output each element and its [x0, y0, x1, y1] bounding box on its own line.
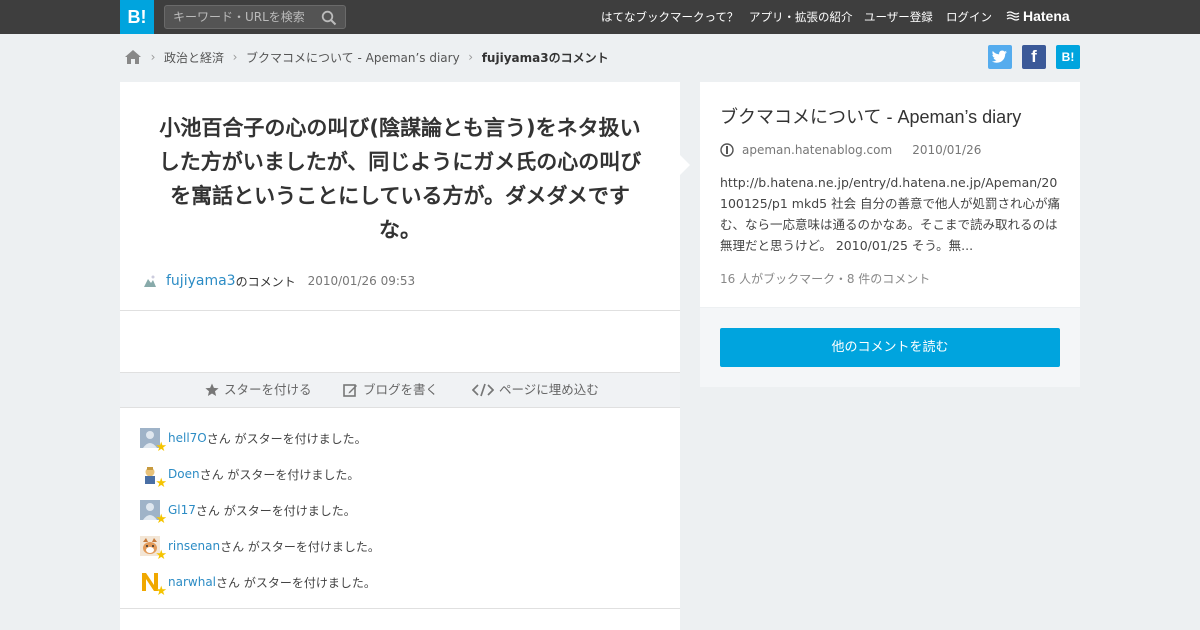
- facebook-share-button[interactable]: f: [1022, 45, 1046, 69]
- chevron-right-icon: ›: [150, 50, 156, 64]
- breadcrumb-entry[interactable]: ブクマコメについて - Apeman’s diary: [246, 49, 460, 66]
- entry-summary: http://b.hatena.ne.jp/entry/d.hatena.ne.…: [720, 175, 1061, 253]
- hatena-mark-icon: [1006, 11, 1020, 21]
- action-bar: スターを付ける ブログを書く ページに埋め込む: [120, 372, 680, 408]
- star-list-item: ★ rinsenan さん がスターを付けました。: [140, 534, 380, 562]
- star-user-link[interactable]: Gl17: [168, 503, 196, 517]
- hatena-bookmark-logo[interactable]: B!: [120, 0, 154, 34]
- nav-apps[interactable]: アプリ・拡張の紹介: [749, 0, 853, 34]
- chevron-right-icon: ›: [468, 50, 474, 64]
- edit-icon: [343, 383, 357, 397]
- top-bar: B! はてなブックマークって？ アプリ・拡張の紹介 ユーザー登録 ログイン Ha…: [0, 0, 1200, 34]
- star-message: さん がスターを付けました。: [206, 431, 367, 446]
- hatena-logo[interactable]: Hatena: [1006, 0, 1070, 34]
- comment-user-suffix: のコメント: [235, 274, 296, 289]
- star-icon: [205, 383, 219, 396]
- chevron-right-icon: ›: [232, 50, 238, 64]
- entry-meta: apeman.hatenablog.com 2010/01/26: [720, 141, 981, 159]
- comment-card: 小池百合子の心の叫び(陰謀論とも言う)をネタ扱いした方がいましたが、同じようにガ…: [120, 82, 680, 630]
- star-message: さん がスターを付けました。: [195, 503, 356, 518]
- comment-date[interactable]: 2010/01/26 09:53: [308, 274, 416, 288]
- read-other-comments-button[interactable]: 他のコメントを読む: [720, 328, 1060, 367]
- add-star-label: スターを付ける: [224, 382, 312, 397]
- entry-title-link[interactable]: ブクマコメについて - Apeman’s diary: [720, 103, 1021, 129]
- nav-login[interactable]: ログイン: [946, 0, 992, 34]
- avatar[interactable]: ★: [140, 464, 167, 490]
- avatar[interactable]: ★: [140, 500, 167, 526]
- star-user-link[interactable]: hell7O: [168, 431, 207, 445]
- star-icon: ★: [155, 548, 167, 563]
- facebook-icon: f: [1031, 47, 1037, 66]
- code-icon: [472, 383, 494, 397]
- search-input[interactable]: [165, 6, 315, 28]
- twitter-icon: [992, 50, 1007, 63]
- breadcrumb-current: fujiyama3のコメント: [481, 50, 609, 65]
- avatar[interactable]: ★: [140, 428, 167, 454]
- divider: [120, 608, 680, 609]
- card-pointer: [680, 155, 690, 175]
- user-avatar-icon[interactable]: [142, 273, 158, 289]
- search-icon[interactable]: [321, 10, 337, 26]
- hatena-brand-text: Hatena: [1023, 8, 1070, 24]
- avatar[interactable]: ★: [140, 572, 167, 598]
- entry-card: ブクマコメについて - Apeman’s diary apeman.hatena…: [700, 82, 1080, 307]
- star-user-link[interactable]: narwhal: [168, 575, 216, 589]
- hatena-share-button[interactable]: B!: [1056, 45, 1080, 69]
- embed-label: ページに埋め込む: [499, 382, 599, 397]
- star-list-item: ★ Gl17 さん がスターを付けました。: [140, 498, 356, 526]
- breadcrumb: › 政治と経済 › ブクマコメについて - Apeman’s diary › f…: [124, 46, 609, 68]
- add-star-button[interactable]: スターを付ける: [205, 373, 312, 407]
- star-message: さん がスターを付けました。: [216, 575, 376, 590]
- embed-button[interactable]: ページに埋め込む: [472, 373, 599, 407]
- star-icon: ★: [155, 440, 167, 455]
- nav-register[interactable]: ユーザー登録: [864, 0, 933, 34]
- hatena-bookmark-icon: B!: [1061, 50, 1075, 64]
- comment-author-row: fujiyama3 のコメント 2010/01/26 09:53: [142, 270, 415, 292]
- search-box[interactable]: [164, 5, 346, 29]
- comment-text: 小池百合子の心の叫び(陰謀論とも言う)をネタ扱いした方がいましたが、同じようにガ…: [158, 116, 642, 242]
- write-blog-label: ブログを書く: [363, 382, 439, 397]
- write-blog-button[interactable]: ブログを書く: [343, 373, 438, 407]
- nav-about[interactable]: はてなブックマークって？: [601, 0, 738, 34]
- entry-domain-link[interactable]: apeman.hatenablog.com: [742, 143, 892, 157]
- read-comments-panel: 他のコメントを読む: [700, 308, 1080, 387]
- star-list-item: ★ Doen さん がスターを付けました。: [140, 462, 360, 490]
- star-icon: ★: [155, 476, 167, 491]
- star-user-link[interactable]: rinsenan: [168, 539, 220, 553]
- favicon-icon: [720, 143, 734, 157]
- breadcrumb-category[interactable]: 政治と経済: [164, 49, 224, 66]
- entry-date: 2010/01/26: [912, 143, 982, 157]
- entry-bookmark-count[interactable]: 16 人がブックマーク・8 件のコメント: [720, 270, 930, 287]
- star-icon: ★: [155, 584, 167, 599]
- star-icon: ★: [155, 512, 167, 527]
- twitter-share-button[interactable]: [988, 45, 1012, 69]
- star-list-item: ★ narwhal さん がスターを付けました。: [140, 570, 376, 598]
- comment-user-link[interactable]: fujiyama3: [166, 273, 236, 289]
- avatar[interactable]: ★: [140, 536, 167, 562]
- star-message: さん がスターを付けました。: [199, 467, 360, 482]
- star-list-item: ★ hell7O さん がスターを付けました。: [140, 426, 367, 454]
- star-message: さん がスターを付けました。: [220, 539, 380, 554]
- divider: [120, 310, 680, 311]
- star-user-link[interactable]: Doen: [168, 467, 200, 481]
- home-icon[interactable]: [124, 49, 142, 65]
